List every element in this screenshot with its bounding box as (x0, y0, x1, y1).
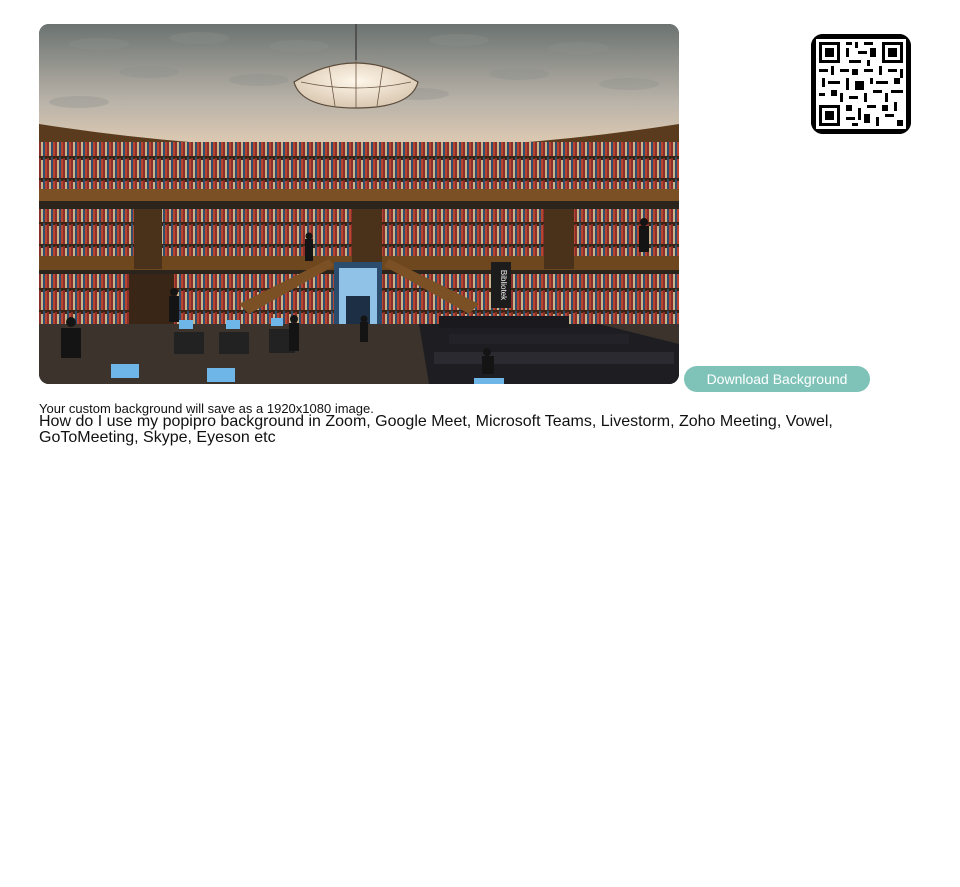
howto-usage-text: How do I use my popipro background in Zo… (39, 413, 833, 446)
download-background-button[interactable]: Download Background (684, 366, 870, 392)
qr-code-image (811, 34, 911, 134)
bibliotek-sign-text: Bibliotek (499, 270, 508, 301)
background-preview-image: Bibliotek (39, 24, 679, 384)
